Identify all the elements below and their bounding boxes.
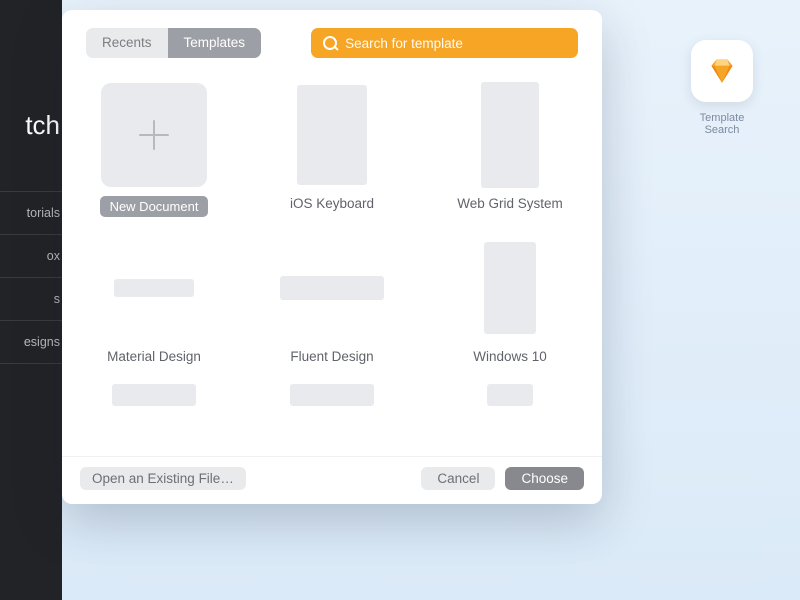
template-row-peek[interactable] bbox=[262, 384, 402, 408]
sketch-app-icon[interactable] bbox=[691, 40, 753, 102]
sidebar-item-2[interactable]: ox bbox=[0, 235, 60, 277]
thumbnail bbox=[84, 237, 224, 339]
thumbnail bbox=[84, 84, 224, 186]
template-label: Windows 10 bbox=[473, 349, 547, 364]
template-windows-10[interactable]: Windows 10 bbox=[440, 237, 580, 364]
template-label: Fluent Design bbox=[290, 349, 373, 364]
search-icon bbox=[323, 36, 337, 50]
cancel-button[interactable]: Cancel bbox=[421, 467, 495, 490]
thumbnail bbox=[440, 84, 580, 186]
template-ios-keyboard[interactable]: iOS Keyboard bbox=[262, 84, 402, 217]
template-grid-wrap: New Document iOS Keyboard Web Grid Syste… bbox=[62, 58, 602, 456]
open-existing-file-button[interactable]: Open an Existing File… bbox=[80, 467, 246, 490]
template-label: Web Grid System bbox=[457, 196, 563, 211]
new-doc-tile bbox=[101, 83, 207, 187]
app-icon-block: Template Search bbox=[686, 40, 758, 136]
sidebar-item-designs[interactable]: esigns bbox=[0, 321, 60, 363]
template-fluent-design[interactable]: Fluent Design bbox=[262, 237, 402, 364]
thumbnail bbox=[262, 84, 402, 186]
template-row-peek[interactable] bbox=[84, 384, 224, 408]
thumbnail bbox=[84, 384, 224, 408]
dialog-footer: Open an Existing File… Cancel Choose bbox=[62, 456, 602, 504]
template-picker-dialog: Recents Templates New Document iOS Keybo… bbox=[62, 10, 602, 504]
search-input[interactable] bbox=[345, 36, 566, 51]
app-title: tch bbox=[0, 60, 60, 191]
welcome-sidebar: tch torials ox s esigns bbox=[0, 0, 62, 600]
tab-templates[interactable]: Templates bbox=[168, 28, 262, 58]
template-web-grid-system[interactable]: Web Grid System bbox=[440, 84, 580, 217]
template-row-peek[interactable] bbox=[440, 384, 580, 408]
tab-recents[interactable]: Recents bbox=[86, 28, 168, 58]
template-grid: New Document iOS Keyboard Web Grid Syste… bbox=[84, 84, 580, 408]
dialog-header: Recents Templates bbox=[62, 10, 602, 58]
diamond-icon bbox=[705, 54, 739, 88]
thumbnail bbox=[440, 237, 580, 339]
tab-switcher: Recents Templates bbox=[86, 28, 261, 58]
template-label: Material Design bbox=[107, 349, 201, 364]
thumbnail bbox=[440, 384, 580, 408]
thumbnail bbox=[262, 237, 402, 339]
search-field[interactable] bbox=[311, 28, 578, 58]
template-label: iOS Keyboard bbox=[290, 196, 374, 211]
sidebar-item-tutorials[interactable]: torials bbox=[0, 192, 60, 234]
plus-icon bbox=[139, 120, 169, 150]
sidebar-item-3[interactable]: s bbox=[0, 278, 60, 320]
divider bbox=[0, 363, 62, 364]
thumbnail bbox=[262, 384, 402, 408]
choose-button[interactable]: Choose bbox=[505, 467, 584, 490]
template-new-document[interactable]: New Document bbox=[84, 84, 224, 217]
app-icon-caption: Template Search bbox=[686, 112, 758, 136]
template-material-design[interactable]: Material Design bbox=[84, 237, 224, 364]
template-label: New Document bbox=[100, 196, 209, 217]
